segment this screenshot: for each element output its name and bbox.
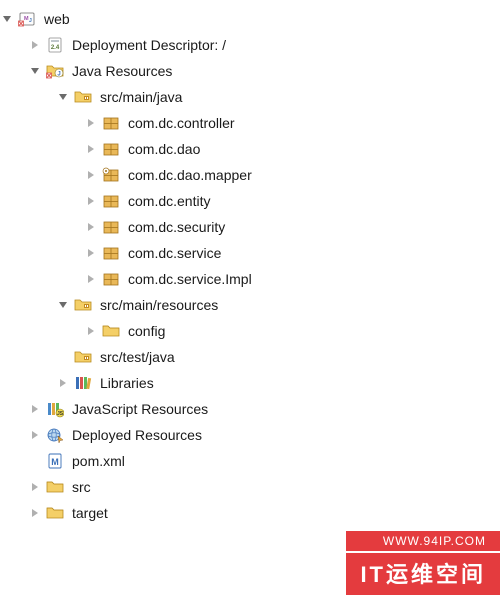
tree-label: com.dc.entity (126, 193, 212, 209)
twisty-collapsed-icon[interactable] (28, 480, 42, 494)
package-icon (102, 270, 120, 288)
java-resources-icon (46, 62, 64, 80)
deployment-descriptor-icon (46, 36, 64, 54)
tree-label: com.dc.controller (126, 115, 237, 131)
twisty-collapsed-icon[interactable] (84, 116, 98, 130)
tree-item-deployed-resources[interactable]: Deployed Resources (0, 422, 500, 448)
tree-label: src (70, 479, 93, 495)
tree-item-pkg-service-impl[interactable]: com.dc.service.Impl (0, 266, 500, 292)
watermark-banner: WWW.94IP.COM IT运维空间 (346, 531, 500, 595)
tree-label: JavaScript Resources (70, 401, 210, 417)
tree-item-web[interactable]: web (0, 6, 500, 32)
tree-label: src/test/java (98, 349, 177, 365)
twisty-expanded-icon[interactable] (28, 64, 42, 78)
folder-icon (46, 504, 64, 522)
twisty-collapsed-icon[interactable] (84, 168, 98, 182)
source-folder-icon (74, 348, 92, 366)
tree-item-src[interactable]: src (0, 474, 500, 500)
twisty-expanded-icon[interactable] (56, 298, 70, 312)
twisty-expanded-icon[interactable] (0, 12, 14, 26)
twisty-collapsed-icon[interactable] (56, 376, 70, 390)
tree-label: Libraries (98, 375, 156, 391)
tree-label: src/main/java (98, 89, 184, 105)
deployed-resources-icon (46, 426, 64, 444)
tree-item-pkg-security[interactable]: com.dc.security (0, 214, 500, 240)
twisty-expanded-icon[interactable] (56, 90, 70, 104)
tree-item-pkg-service[interactable]: com.dc.service (0, 240, 500, 266)
tree-item-src-test-java[interactable]: src/test/java (0, 344, 500, 370)
twisty-collapsed-icon[interactable] (28, 402, 42, 416)
tree-label: com.dc.dao (126, 141, 202, 157)
tree-label: com.dc.security (126, 219, 227, 235)
folder-icon (102, 322, 120, 340)
package-icon (102, 140, 120, 158)
tree-label: pom.xml (70, 453, 127, 469)
twisty-collapsed-icon[interactable] (84, 324, 98, 338)
tree-item-src-main-resources[interactable]: src/main/resources (0, 292, 500, 318)
project-tree: web Deployment Descriptor: / Java Resour… (0, 0, 500, 526)
tree-item-pkg-dao-mapper[interactable]: com.dc.dao.mapper (0, 162, 500, 188)
package-icon (102, 114, 120, 132)
package-icon (102, 192, 120, 210)
tree-item-pkg-entity[interactable]: com.dc.entity (0, 188, 500, 214)
libraries-icon (74, 374, 92, 392)
twisty-collapsed-icon[interactable] (84, 220, 98, 234)
twisty-collapsed-icon[interactable] (84, 194, 98, 208)
twisty-collapsed-icon[interactable] (84, 246, 98, 260)
project-icon (18, 10, 36, 28)
twisty-collapsed-icon[interactable] (84, 272, 98, 286)
tree-item-pkg-dao[interactable]: com.dc.dao (0, 136, 500, 162)
tree-label: target (70, 505, 110, 521)
twisty-collapsed-icon[interactable] (84, 142, 98, 156)
tree-item-libraries[interactable]: Libraries (0, 370, 500, 396)
javascript-libraries-icon (46, 400, 64, 418)
tree-item-javascript-resources[interactable]: JavaScript Resources (0, 396, 500, 422)
tree-item-pkg-controller[interactable]: com.dc.controller (0, 110, 500, 136)
source-folder-icon (74, 296, 92, 314)
tree-label: com.dc.service (126, 245, 223, 261)
tree-label: Deployment Descriptor: / (70, 37, 228, 53)
maven-pom-icon (46, 452, 64, 470)
tree-item-deployment-descriptor[interactable]: Deployment Descriptor: / (0, 32, 500, 58)
tree-label: com.dc.service.Impl (126, 271, 254, 287)
tree-item-src-main-java[interactable]: src/main/java (0, 84, 500, 110)
package-icon (102, 244, 120, 262)
tree-item-java-resources[interactable]: Java Resources (0, 58, 500, 84)
tree-item-config[interactable]: config (0, 318, 500, 344)
tree-label: web (42, 11, 72, 27)
watermark-url: WWW.94IP.COM (346, 531, 500, 551)
watermark-title: IT运维空间 (346, 553, 500, 595)
tree-label: Deployed Resources (70, 427, 204, 443)
source-folder-icon (74, 88, 92, 106)
tree-label: com.dc.dao.mapper (126, 167, 254, 183)
tree-label: config (126, 323, 167, 339)
package-decorated-icon (102, 166, 120, 184)
twisty-collapsed-icon[interactable] (28, 428, 42, 442)
tree-label: Java Resources (70, 63, 174, 79)
twisty-collapsed-icon[interactable] (28, 38, 42, 52)
twisty-collapsed-icon[interactable] (28, 506, 42, 520)
tree-label: src/main/resources (98, 297, 220, 313)
tree-item-target[interactable]: target (0, 500, 500, 526)
tree-item-pom-xml[interactable]: pom.xml (0, 448, 500, 474)
folder-icon (46, 478, 64, 496)
package-icon (102, 218, 120, 236)
